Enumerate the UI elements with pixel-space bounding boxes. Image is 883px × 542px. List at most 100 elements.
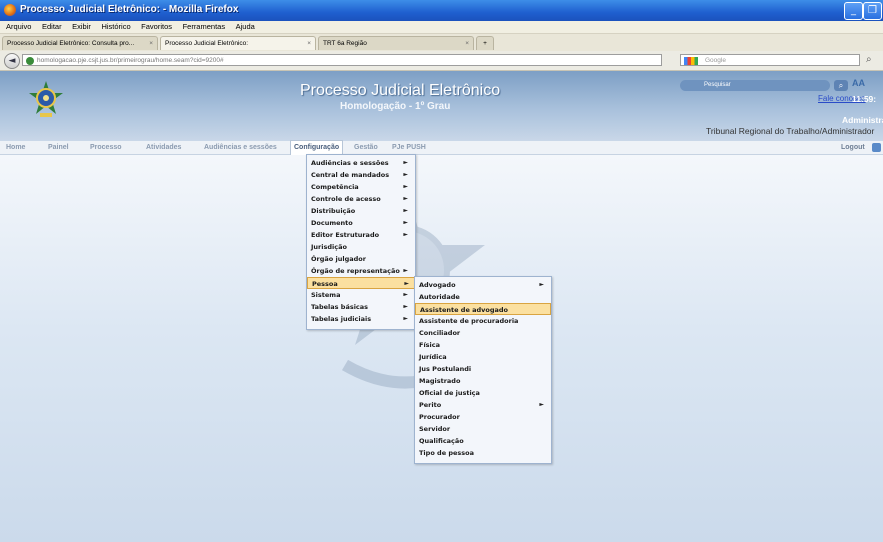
new-tab-button[interactable]: + <box>476 36 494 50</box>
menu-item-label: Física <box>419 341 441 349</box>
brasao-icon <box>29 81 63 117</box>
menu-item-label: Magistrado <box>419 377 461 385</box>
config-menu: Audiências e sessões ► Central de mandado… <box>306 154 416 330</box>
menu-item-label: Controle de acesso <box>311 195 381 203</box>
url-bar[interactable]: homologacao.pje.csjt.jus.br/primeirograu… <box>22 54 662 66</box>
menu-item-label: Procurador <box>419 413 460 421</box>
arrow-right-icon: ► <box>403 303 408 310</box>
nav-gestao[interactable]: Gestão <box>354 141 378 154</box>
menu-editar[interactable]: Editar <box>42 21 62 33</box>
menu-item-orgao-representacao[interactable]: Órgão de representação ► <box>307 265 413 277</box>
minimize-icon[interactable]: _ <box>844 2 863 20</box>
nav-home[interactable]: Home <box>6 141 25 154</box>
nav-pje-push[interactable]: PJe PUSH <box>392 141 426 154</box>
menu-item-label: Competência <box>311 183 359 191</box>
menu-item-label: Jurídica <box>419 353 447 361</box>
menu-item-orgao-julgador[interactable]: Órgão julgador <box>307 253 413 265</box>
back-button[interactable]: ◄ <box>4 53 20 69</box>
menu-ajuda[interactable]: Ajuda <box>236 21 255 33</box>
site-search-input[interactable]: Pesquisar <box>680 80 830 91</box>
tab-consulta[interactable]: Processo Judicial Eletrônico: Consulta p… <box>2 36 158 50</box>
tab-bar: Processo Judicial Eletrônico: Consulta p… <box>0 34 883 52</box>
menu-item-controle-acesso[interactable]: Controle de acesso ► <box>307 193 413 205</box>
menu-item-tabelas-basicas[interactable]: Tabelas básicas ► <box>307 301 413 313</box>
menu-item-pessoa[interactable]: Pessoa ► <box>307 277 415 289</box>
close-icon[interactable]: × <box>149 37 153 50</box>
maximize-icon[interactable]: ❐ <box>863 2 882 20</box>
arrow-right-icon: ► <box>403 171 408 178</box>
tab-label: Processo Judicial Eletrônico: <box>165 40 249 47</box>
menu-historico[interactable]: Histórico <box>101 21 130 33</box>
menu-item-label: Assistente de advogado <box>420 306 509 314</box>
tab-pje[interactable]: Processo Judicial Eletrônico: × <box>160 36 316 50</box>
nav-audiencias[interactable]: Audiências e sessões <box>204 141 277 154</box>
logout-icon[interactable] <box>872 143 881 152</box>
menu-item-qualificacao[interactable]: Qualificação <box>415 435 549 447</box>
menu-item-assistente-procuradoria[interactable]: Assistente de procuradoria <box>415 315 549 327</box>
nav-atividades[interactable]: Atividades <box>146 141 181 154</box>
menu-item-label: Central de mandados <box>311 171 390 179</box>
menu-favoritos[interactable]: Favoritos <box>141 21 172 33</box>
tab-label: TRT 6a Região <box>323 40 367 47</box>
menu-item-fisica[interactable]: Física <box>415 339 549 351</box>
menu-item-advogado[interactable]: Advogado ► <box>415 279 549 291</box>
nav-painel[interactable]: Painel <box>48 141 69 154</box>
arrow-right-icon: ► <box>539 281 544 288</box>
menu-item-jus-postulandi[interactable]: Jus Postulandi <box>415 363 549 375</box>
menu-item-conciliador[interactable]: Conciliador <box>415 327 549 339</box>
close-icon[interactable]: × <box>465 37 469 50</box>
menu-item-documento[interactable]: Documento ► <box>307 217 413 229</box>
menu-item-sistema[interactable]: Sistema ► <box>307 289 413 301</box>
menu-arquivo[interactable]: Arquivo <box>6 21 31 33</box>
menu-item-distribuicao[interactable]: Distribuição ► <box>307 205 413 217</box>
nav-processo[interactable]: Processo <box>90 141 122 154</box>
menu-item-perito[interactable]: Perito ► <box>415 399 549 411</box>
menu-item-editor-estruturado[interactable]: Editor Estruturado ► <box>307 229 413 241</box>
font-size-icon[interactable]: AA <box>852 78 865 88</box>
page-header: Processo Judicial Eletrônico Homologação… <box>0 71 883 141</box>
menu-item-oficial-justica[interactable]: Oficial de justiça <box>415 387 549 399</box>
pessoa-submenu: Advogado ► Autoridade Assistente de advog… <box>414 276 552 464</box>
window-titlebar: Processo Judicial Eletrônico: - Mozilla … <box>0 0 883 21</box>
menu-item-magistrado[interactable]: Magistrado <box>415 375 549 387</box>
menu-item-label: Autoridade <box>419 293 460 301</box>
close-icon[interactable]: × <box>307 37 311 50</box>
menu-item-servidor[interactable]: Servidor <box>415 423 549 435</box>
menu-item-tabelas-judiciais[interactable]: Tabelas judiciais ► <box>307 313 413 325</box>
menu-item-label: Distribuição <box>311 207 356 215</box>
firefox-icon <box>4 4 16 16</box>
site-search-button[interactable]: ⌕ <box>834 80 848 91</box>
app-title: Processo Judicial Eletrônico <box>300 82 501 99</box>
arrow-right-icon: ► <box>403 267 408 274</box>
menu-item-label: Qualificação <box>419 437 464 445</box>
menu-item-autoridade[interactable]: Autoridade <box>415 291 549 303</box>
session-clock: 11:59: <box>852 94 877 104</box>
tribunal-name: Tribunal Regional do Trabalho/Administra… <box>706 126 875 136</box>
menu-ferramentas[interactable]: Ferramentas <box>183 21 226 33</box>
menu-item-label: Tipo de pessoa <box>419 449 475 457</box>
menu-item-label: Assistente de procuradoria <box>419 317 519 325</box>
tab-label: Processo Judicial Eletrônico: Consulta p… <box>7 40 135 47</box>
search-icon[interactable]: ⌕ <box>866 54 872 65</box>
menu-item-procurador[interactable]: Procurador <box>415 411 549 423</box>
menu-item-audiencias[interactable]: Audiências e sessões ► <box>307 157 413 169</box>
menu-item-juridica[interactable]: Jurídica <box>415 351 549 363</box>
menu-exibir[interactable]: Exibir <box>72 21 91 33</box>
nav-configuracao[interactable]: Configuração <box>290 140 344 155</box>
arrow-right-icon: ► <box>403 219 408 226</box>
menu-item-label: Sistema <box>311 291 341 299</box>
menu-item-label: Jus Postulandi <box>419 365 472 373</box>
menu-item-label: Conciliador <box>419 329 461 337</box>
menu-item-jurisdicao[interactable]: Jurisdição <box>307 241 413 253</box>
logout-link[interactable]: Logout <box>841 141 865 154</box>
menu-item-central-mandados[interactable]: Central de mandados ► <box>307 169 413 181</box>
menu-item-competencia[interactable]: Competência ► <box>307 181 413 193</box>
tab-trt[interactable]: TRT 6a Região × <box>318 36 474 50</box>
arrow-right-icon: ► <box>403 315 408 322</box>
menu-item-tipo-pessoa[interactable]: Tipo de pessoa <box>415 447 549 459</box>
arrow-right-icon: ► <box>403 231 408 238</box>
app-subtitle: Homologação - 1º Grau <box>340 101 451 112</box>
browser-search-input[interactable]: Google <box>680 54 860 66</box>
app-nav: Home Painel Processo Atividades Audiênci… <box>0 140 883 155</box>
menu-item-assistente-advogado[interactable]: Assistente de advogado <box>415 303 551 315</box>
